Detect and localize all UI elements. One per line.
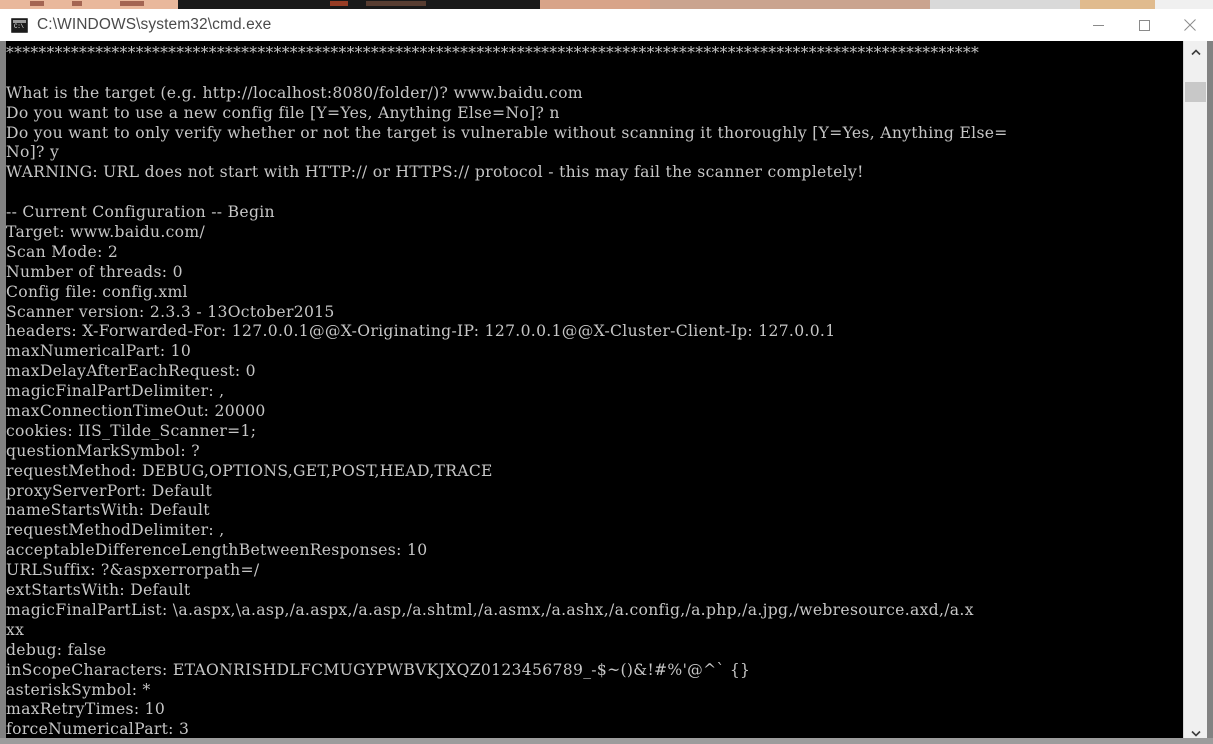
scrollbar-track[interactable] <box>1184 63 1207 722</box>
bg-sliver-segment <box>178 0 540 9</box>
bg-sliver-speck <box>72 1 82 6</box>
terminal-line: debug: false <box>6 640 107 659</box>
bg-sliver-segment <box>0 0 178 9</box>
window-title: C:\WINDOWS\system32\cmd.exe <box>37 16 272 33</box>
terminal-line: extStartsWith: Default <box>6 581 191 600</box>
terminal-line: Do you want to use a new config file [Y=… <box>6 103 560 122</box>
chevron-up-icon <box>1190 48 1201 55</box>
background-window-sliver <box>0 0 1213 9</box>
window-bottom-border <box>0 738 1213 744</box>
cmd-window: C:\WINDOWS\system32\cmd.exe <box>0 9 1213 744</box>
scrollbar-up-button[interactable] <box>1184 41 1207 63</box>
terminal-output: ****************************************… <box>6 44 1177 740</box>
maximize-icon <box>1138 19 1150 31</box>
terminal-line: requestMethodDelimiter: , <box>6 521 225 540</box>
terminal-line: proxyServerPort: Default <box>6 481 213 500</box>
terminal-line: Scanner version: 2.3.3 - 13October2015 <box>6 302 335 321</box>
terminal-line: cookies: IIS_Tilde_Scanner=1; <box>6 421 257 440</box>
bg-sliver-speck <box>30 1 44 6</box>
terminal-line: maxConnectionTimeOut: 20000 <box>6 402 266 421</box>
cmd-console-icon <box>11 17 28 33</box>
minimize-button[interactable] <box>1075 9 1121 41</box>
terminal-screen[interactable]: ****************************************… <box>6 44 1177 744</box>
bg-sliver-speck <box>366 1 426 6</box>
close-button[interactable] <box>1167 9 1213 41</box>
terminal-line: What is the target (e.g. http://localhos… <box>6 83 583 102</box>
chevron-down-icon <box>1190 730 1201 737</box>
terminal-line: maxNumericalPart: 10 <box>6 342 192 361</box>
console-body[interactable]: ****************************************… <box>0 41 1213 744</box>
terminal-line: nameStartsWith: Default <box>6 501 210 520</box>
window-titlebar[interactable]: C:\WINDOWS\system32\cmd.exe <box>0 9 1213 41</box>
bg-sliver-segment <box>1080 0 1155 9</box>
terminal-line: headers: X-Forwarded-For: 127.0.0.1@@X-O… <box>6 322 836 341</box>
terminal-line: Target: www.baidu.com/ <box>6 223 206 242</box>
terminal-line: Scan Mode: 2 <box>6 242 119 261</box>
bg-sliver-segment <box>930 0 1080 9</box>
bg-sliver-speck <box>330 1 348 6</box>
minimize-icon <box>1092 24 1104 26</box>
terminal-line: asteriskSymbol: * <box>6 680 151 699</box>
terminal-line: requestMethod: DEBUG,OPTIONS,GET,POST,HE… <box>6 461 493 480</box>
terminal-line: inScopeCharacters: ETAONRISHDLFCMUGYPWBV… <box>6 660 751 679</box>
terminal-line: magicFinalPartList: \a.aspx,\a.asp,/a.as… <box>6 600 974 619</box>
screen-root: C:\WINDOWS\system32\cmd.exe <box>0 0 1213 744</box>
terminal-line: maxRetryTimes: 10 <box>6 700 166 719</box>
terminal-line: ****************************************… <box>6 44 980 62</box>
terminal-line: magicFinalPartDelimiter: , <box>6 382 225 401</box>
terminal-line: acceptableDifferenceLengthBetweenRespons… <box>6 541 428 560</box>
terminal-line: Config file: config.xml <box>6 282 188 301</box>
bg-sliver-segment <box>540 0 650 9</box>
terminal-line: No]? y <box>6 143 60 162</box>
scrollbar-thumb[interactable] <box>1185 82 1206 102</box>
terminal-line: Do you want to only verify whether or no… <box>6 123 1008 142</box>
terminal-line: maxDelayAfterEachRequest: 0 <box>6 362 256 381</box>
bg-sliver-segment <box>1155 0 1213 9</box>
vertical-scrollbar[interactable] <box>1183 41 1207 744</box>
bg-sliver-segment <box>650 0 930 9</box>
terminal-line: WARNING: URL does not start with HTTP://… <box>6 163 864 182</box>
maximize-button[interactable] <box>1121 9 1167 41</box>
bg-sliver-speck <box>120 1 144 6</box>
terminal-line: URLSuffix: ?&aspxerrorpath=/ <box>6 561 260 580</box>
close-icon <box>1184 19 1196 31</box>
terminal-line: xx <box>6 620 25 639</box>
terminal-line: questionMarkSymbol: ? <box>6 441 200 460</box>
window-controls <box>1075 9 1213 41</box>
window-right-border <box>1207 41 1213 744</box>
terminal-line: -- Current Configuration -- Begin <box>6 203 275 222</box>
terminal-line: Number of threads: 0 <box>6 262 183 281</box>
